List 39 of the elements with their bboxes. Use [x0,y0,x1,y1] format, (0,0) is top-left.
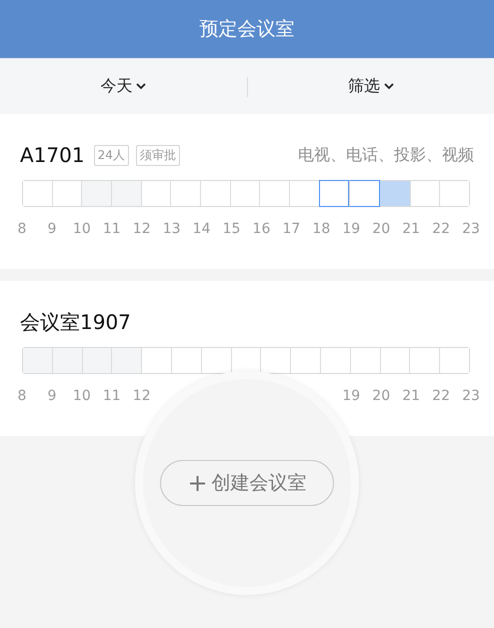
filter-dropdown[interactable]: 筛选 [344,74,398,99]
hour-label: 22 [431,221,451,237]
hour-label: 21 [401,221,422,237]
hour-label: 18 [311,221,332,237]
chevron-down-icon [384,83,394,90]
time-slot[interactable] [349,180,380,207]
hour-label: 19 [341,388,362,404]
hour-label: 14 [192,221,212,237]
hour-label: 11 [102,388,122,404]
hour-label: 10 [72,388,92,404]
hour-label: 23 [461,221,481,237]
room-tag: 24人 [94,144,129,166]
hour-label: 13 [162,221,182,237]
hour-label: 10 [72,221,92,237]
hour-label: 16 [252,221,272,237]
hour-label: 23 [461,388,481,404]
create-room-button[interactable]: + 创建会议室 [160,460,334,506]
hour-label: 8 [16,388,28,404]
hour-label: 22 [431,388,451,404]
room-tag: 须审批 [136,144,180,166]
hour-label: 12 [132,221,152,237]
hour-label: 19 [341,221,362,237]
hour-label: 9 [46,388,58,404]
chevron-down-icon [136,83,146,90]
hour-label: 21 [401,388,422,404]
hour-label: 15 [222,221,242,237]
hour-label: 17 [281,221,302,237]
page-title: 预定会议室 [200,17,294,42]
room-name: A1701 [20,143,85,167]
room-facilities: 电视、电话、投影、视频 [298,144,474,166]
filter-dropdown[interactable]: 今天 [96,74,150,99]
hour-label: 12 [132,388,152,404]
hour-label: 20 [371,221,392,237]
hour-label: 11 [102,221,122,237]
hour-label: 8 [16,221,28,237]
hour-label: 20 [371,388,392,404]
hour-label: 9 [46,221,58,237]
time-slot[interactable] [318,180,350,207]
room-name: 会议室1907 [20,308,131,336]
